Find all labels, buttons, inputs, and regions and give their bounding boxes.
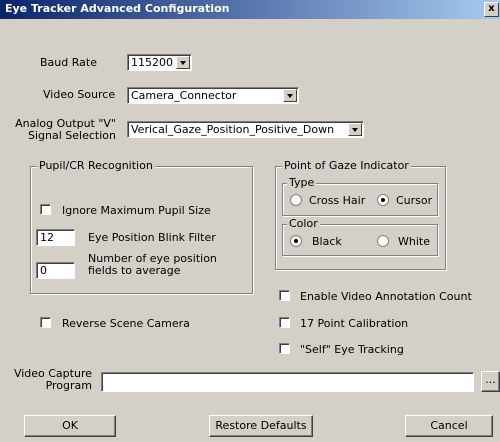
video-source-select[interactable]: Camera_Connector: [127, 87, 299, 104]
fields-average-label: Number of eye position fields to average: [88, 253, 217, 277]
ok-button[interactable]: OK: [24, 415, 116, 437]
point-of-gaze-group-title: Point of Gaze Indicator: [282, 159, 411, 172]
video-annotation-label: Enable Video Annotation Count: [300, 290, 472, 303]
analog-output-value: Verical_Gaze_Position_Positive_Down: [131, 123, 335, 136]
cross-hair-radio[interactable]: [290, 194, 302, 206]
reverse-scene-camera-label: Reverse Scene Camera: [62, 317, 190, 330]
black-label: Black: [312, 235, 342, 248]
analog-output-label: Analog Output "V" Signal Selection: [4, 118, 116, 142]
restore-defaults-button[interactable]: Restore Defaults: [209, 415, 313, 437]
self-eye-tracking-label: "Self" Eye Tracking: [300, 343, 404, 356]
video-capture-input[interactable]: [101, 372, 474, 392]
fields-average-input[interactable]: 0: [36, 262, 75, 279]
black-radio[interactable]: [290, 235, 302, 247]
baud-rate-label: Baud Rate: [40, 56, 97, 69]
ignore-max-pupil-checkbox[interactable]: [40, 204, 51, 215]
fields-average-label-line2: fields to average: [88, 264, 181, 277]
title-bar: Eye Tracker Advanced Configuration x: [0, 0, 500, 19]
baud-rate-value: 115200: [131, 56, 173, 69]
baud-rate-select[interactable]: 115200: [127, 54, 192, 71]
fields-average-value: 0: [40, 264, 47, 277]
analog-output-select[interactable]: Verical_Gaze_Position_Positive_Down: [127, 121, 364, 138]
cursor-label: Cursor: [396, 194, 433, 207]
self-eye-tracking-checkbox[interactable]: [279, 343, 290, 354]
ignore-max-pupil-label: Ignore Maximum Pupil Size: [62, 204, 211, 217]
blink-filter-label: Eye Position Blink Filter: [88, 231, 216, 244]
video-capture-label: Video Capture Program: [4, 368, 92, 392]
chevron-down-icon[interactable]: [283, 89, 297, 102]
blink-filter-value: 12: [40, 231, 54, 244]
browse-button[interactable]: ...: [481, 371, 500, 392]
chevron-down-icon[interactable]: [348, 123, 362, 136]
reverse-scene-camera-checkbox[interactable]: [40, 317, 51, 328]
point-calibration-checkbox[interactable]: [279, 317, 290, 328]
close-button[interactable]: x: [484, 2, 499, 17]
cancel-button[interactable]: Cancel: [405, 415, 493, 437]
white-label: White: [398, 235, 430, 248]
chevron-down-icon[interactable]: [176, 56, 190, 69]
blink-filter-input[interactable]: 12: [36, 229, 75, 246]
pupil-cr-group-title: Pupil/CR Recognition: [37, 159, 155, 172]
color-group-title: Color: [287, 217, 320, 230]
video-source-value: Camera_Connector: [131, 89, 237, 102]
analog-output-label-line2: Signal Selection: [28, 129, 116, 142]
video-annotation-checkbox[interactable]: [279, 290, 290, 301]
window-title: Eye Tracker Advanced Configuration: [5, 2, 230, 15]
video-source-label: Video Source: [43, 88, 116, 101]
point-calibration-label: 17 Point Calibration: [300, 317, 409, 330]
cross-hair-label: Cross Hair: [309, 194, 366, 207]
type-group-title: Type: [287, 176, 317, 189]
cursor-radio[interactable]: [377, 194, 389, 206]
white-radio[interactable]: [377, 235, 389, 247]
video-capture-label-line2: Program: [45, 379, 92, 392]
